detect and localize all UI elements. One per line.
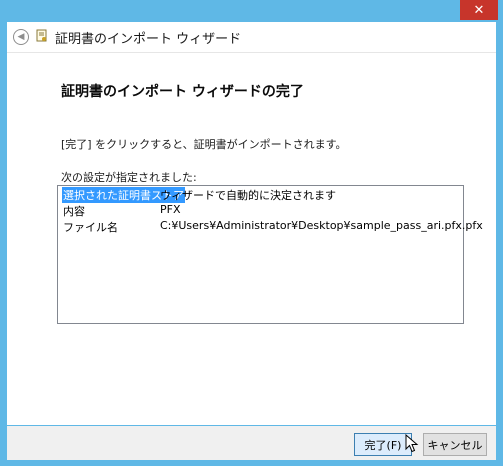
wizard-footer: 完了(F) キャンセル bbox=[7, 426, 496, 460]
mouse-cursor-icon bbox=[405, 434, 419, 453]
settings-listbox[interactable]: 選択された証明書ストア ウィザードで自動的に決定されます 内容 PFX ファイル… bbox=[57, 185, 483, 324]
settings-label: 次の設定が指定されました: bbox=[61, 171, 197, 184]
setting-value: C:¥Users¥Administrator¥Desktop¥sample_pa… bbox=[160, 219, 483, 232]
instruction-text: [完了] をクリックすると、証明書がインポートされます。 bbox=[61, 138, 347, 151]
cancel-button[interactable]: キャンセル bbox=[423, 433, 487, 456]
page-title: 証明書のインポート ウィザードの完了 bbox=[61, 84, 304, 100]
wizard-content: 証明書のインポート ウィザードの完了 [完了] をクリックすると、証明書がインポ… bbox=[7, 53, 496, 425]
finish-button[interactable]: 完了(F) bbox=[354, 433, 412, 456]
setting-value: ウィザードで自動的に決定されます bbox=[160, 189, 336, 202]
back-arrow-icon: ◀ bbox=[17, 32, 25, 42]
setting-value: PFX bbox=[160, 203, 181, 216]
window-title: 証明書のインポート ウィザード bbox=[55, 32, 242, 47]
back-button[interactable]: ◀ bbox=[13, 29, 29, 45]
setting-key: 内容 bbox=[63, 205, 85, 218]
setting-key: ファイル名 bbox=[63, 221, 118, 234]
wizard-window: ✕ ◀ 証明書のインポート ウィザード 証明書のインポート ウィザードの完了 [… bbox=[0, 0, 503, 466]
wizard-header: ◀ 証明書のインポート ウィザード bbox=[7, 22, 496, 53]
close-button[interactable]: ✕ bbox=[460, 0, 498, 20]
certificate-icon bbox=[36, 29, 47, 42]
